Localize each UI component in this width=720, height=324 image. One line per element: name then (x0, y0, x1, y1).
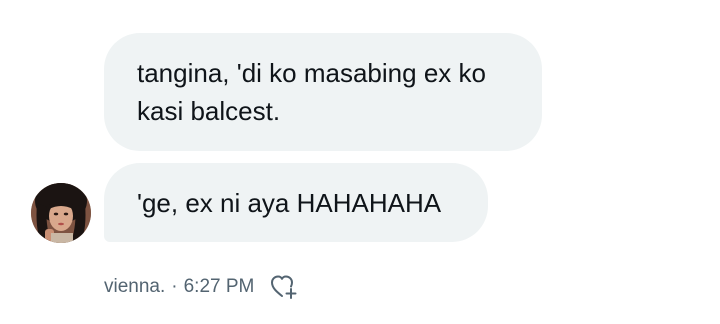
message-timestamp: 6:27 PM (183, 276, 255, 297)
message-text: tangina, 'di ko masabing ex ko kasi balc… (137, 58, 486, 126)
meta-separator: · (171, 276, 178, 297)
message-bubble[interactable]: tangina, 'di ko masabing ex ko kasi balc… (104, 33, 542, 151)
add-reaction-button[interactable] (268, 271, 300, 303)
dm-conversation: tangina, 'di ko masabing ex ko kasi balc… (0, 0, 720, 324)
author-name: vienna. (104, 276, 166, 297)
avatar[interactable] (31, 183, 91, 243)
message-meta: vienna. · 6:27 PM (104, 271, 300, 303)
avatar-image (31, 183, 91, 243)
message-text: 'ge, ex ni aya HAHAHAHA (137, 188, 442, 218)
add-reaction-heart-icon (271, 275, 297, 299)
message-bubble[interactable]: 'ge, ex ni aya HAHAHAHA (104, 163, 488, 242)
